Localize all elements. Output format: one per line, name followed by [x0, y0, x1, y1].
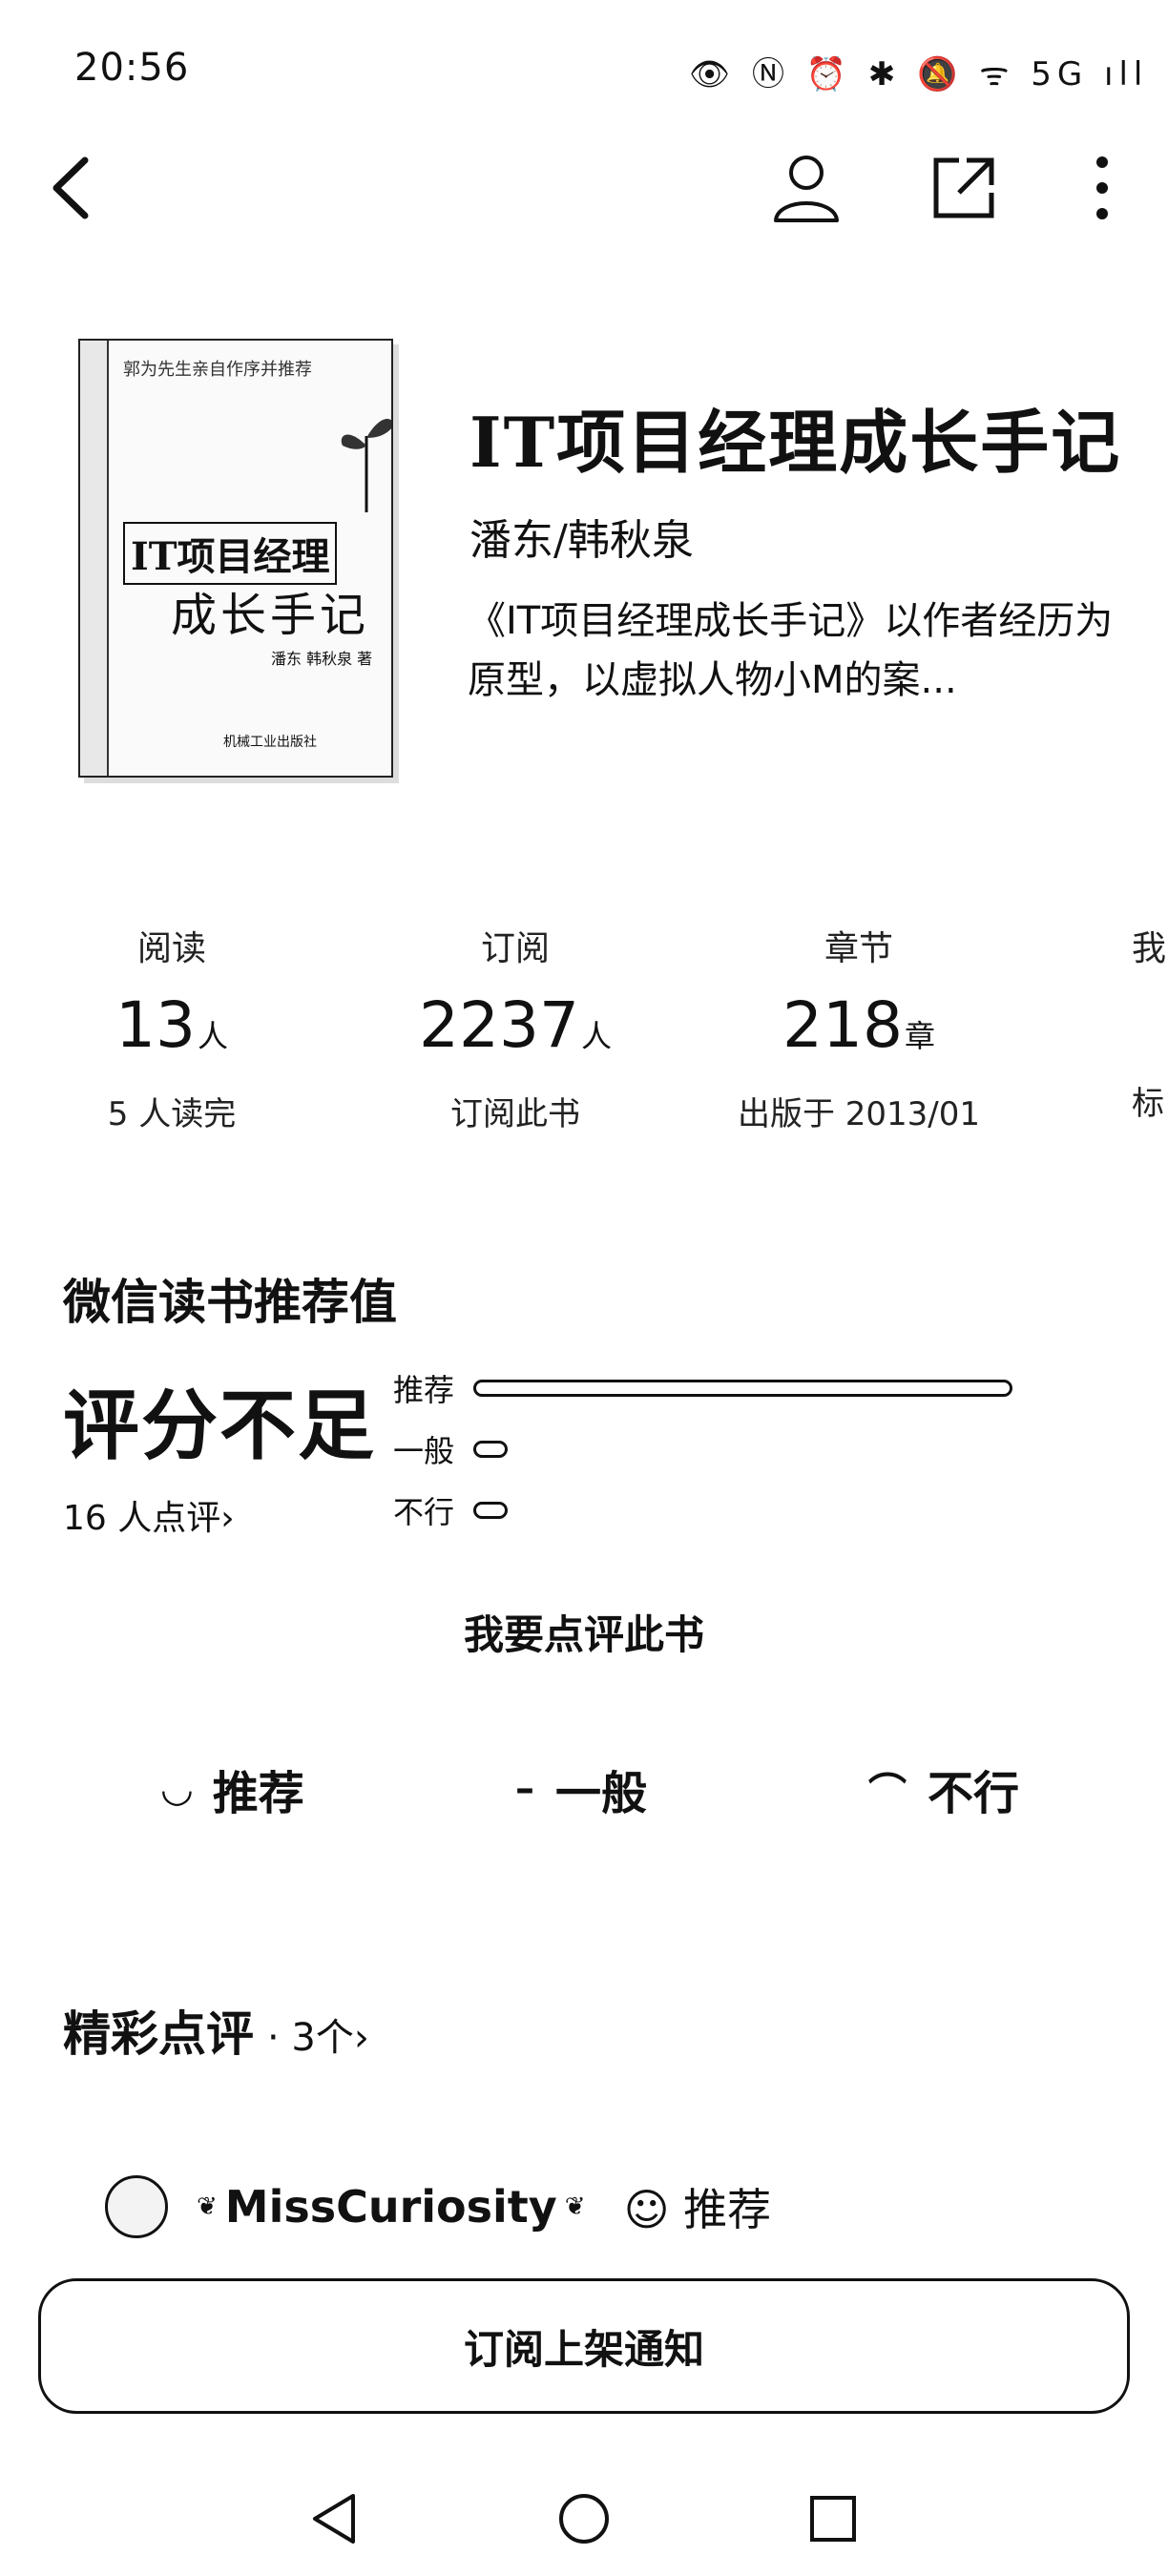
- vote-label: 一般: [555, 1767, 648, 1820]
- vote-bad-button[interactable]: ⌒ 不行: [868, 1755, 1019, 1822]
- rating-bar-recommend: 推荐: [393, 1366, 1012, 1410]
- book-description[interactable]: 《IT项目经理成长手记》以作者经历为原型，以虚拟人物小M的案...: [468, 592, 1116, 710]
- stat-subtext: 标: [1132, 1085, 1164, 1123]
- stat-number: 2237: [419, 988, 579, 1062]
- system-back-button[interactable]: [291, 2476, 377, 2562]
- reviews-title: 精彩点评: [63, 2006, 254, 2062]
- neutral-face-icon: –: [515, 1767, 534, 1811]
- person-icon: [774, 156, 839, 222]
- reviews-count: · 3个›: [267, 2016, 369, 2060]
- profile-button[interactable]: [763, 145, 849, 231]
- book-author[interactable]: 潘东/韩秋泉: [469, 506, 694, 567]
- share-icon: [933, 157, 994, 218]
- stat-number: 218: [782, 988, 903, 1062]
- share-button[interactable]: [921, 145, 1007, 231]
- leaf-icon: ❦: [197, 2192, 218, 2221]
- stat-label: 我: [1132, 929, 1167, 968]
- cover-title-line1: IT项目经理: [123, 522, 338, 585]
- bar-label: 推荐: [393, 1372, 455, 1408]
- back-button[interactable]: [29, 145, 115, 231]
- bar-fill: [473, 1502, 508, 1519]
- bar-fill: [473, 1441, 508, 1458]
- stat-value: 218章: [725, 987, 992, 1074]
- rating-bar-bad: 不行: [393, 1488, 508, 1532]
- stat-subscribe[interactable]: 订阅 2237人 订阅此书: [401, 921, 630, 1134]
- stat-reading[interactable]: 阅读 13人 5 人读完: [86, 921, 258, 1134]
- stat-label: 订阅: [480, 929, 550, 968]
- review-badge: ☺ 推荐: [623, 2184, 772, 2235]
- stat-subtext: 出版于 2013/01: [737, 1095, 981, 1133]
- avatar: [105, 2175, 168, 2238]
- cover-publisher: 机械工业出版社: [223, 735, 317, 750]
- write-review-link[interactable]: 我要点评此书: [0, 1603, 1168, 1661]
- stat-mine[interactable]: 我 标: [1132, 921, 1168, 1124]
- stat-value: 13人: [86, 987, 258, 1074]
- cover-authors: 潘东 韩秋泉 著: [271, 650, 373, 668]
- stat-value: [1132, 987, 1168, 1064]
- smile-icon: ◡: [162, 1767, 192, 1811]
- stat-value: 2237人: [401, 987, 630, 1074]
- rating-title: 微信读书推荐值: [63, 1275, 397, 1330]
- status-icons-glyphs: 👁 Ⓝ ⏰ ✱ 🔕 ᯤ 5G ıll: [689, 55, 1149, 93]
- more-button[interactable]: [1059, 145, 1145, 231]
- status-time: 20:56: [74, 46, 190, 90]
- rating-bar-average: 一般: [393, 1427, 508, 1471]
- vote-recommend-button[interactable]: ◡ 推荐: [162, 1755, 304, 1822]
- book-cover[interactable]: 郭为先生亲自作序并推荐 IT项目经理 成长手记 潘东 韩秋泉 著 机械工业出版社: [78, 339, 393, 778]
- triangle-back-icon: [313, 2494, 355, 2544]
- stat-unit: 人: [580, 1018, 612, 1054]
- review-username: MissCuriosity: [224, 2181, 557, 2233]
- stat-unit: 人: [197, 1018, 228, 1054]
- cover-title-line2: 成长手记: [171, 589, 370, 642]
- review-item[interactable]: ❦ MissCuriosity ❦ ☺ 推荐: [105, 2175, 771, 2238]
- circle-home-icon: [559, 2494, 609, 2544]
- sprout-icon: [341, 419, 391, 512]
- bar-label: 不行: [393, 1494, 455, 1530]
- stat-subtext: 订阅此书: [450, 1095, 580, 1133]
- cover-spine: [80, 341, 109, 776]
- rating-score: 评分不足: [63, 1381, 376, 1470]
- stat-number: 13: [115, 988, 196, 1062]
- vote-average-button[interactable]: – 一般: [515, 1755, 647, 1822]
- bar-label: 一般: [393, 1433, 455, 1469]
- review-count-link[interactable]: 16 人点评›: [63, 1490, 235, 1540]
- square-recents-icon: [810, 2496, 856, 2542]
- more-vertical-icon: [1096, 156, 1108, 219]
- bar-fill: [473, 1380, 1012, 1397]
- leaf-icon: ❦: [564, 2192, 586, 2221]
- stat-label: 阅读: [136, 929, 206, 968]
- system-recents-button[interactable]: [790, 2476, 876, 2562]
- subscribe-notify-button[interactable]: 订阅上架通知: [38, 2278, 1130, 2414]
- vote-label: 推荐: [212, 1767, 304, 1820]
- vote-label: 不行: [928, 1767, 1020, 1820]
- cover-tagline: 郭为先生亲自作序并推荐: [123, 360, 312, 380]
- system-home-button[interactable]: [541, 2476, 627, 2562]
- frown-icon: ⌒: [868, 1771, 907, 1815]
- stat-unit: 章: [904, 1018, 935, 1054]
- reviews-header-link[interactable]: 精彩点评 · 3个›: [63, 1996, 369, 2065]
- stat-subtext: 5 人读完: [107, 1095, 237, 1133]
- chevron-left-icon: [52, 156, 89, 219]
- stat-label: 章节: [824, 929, 893, 968]
- stat-chapters[interactable]: 章节 218章 出版于 2013/01: [725, 921, 992, 1134]
- status-icons: 👁 Ⓝ ⏰ ✱ 🔕 ᯤ 5G ıll 24: [689, 48, 1168, 95]
- book-title: IT项目经理成长手记: [469, 402, 1122, 483]
